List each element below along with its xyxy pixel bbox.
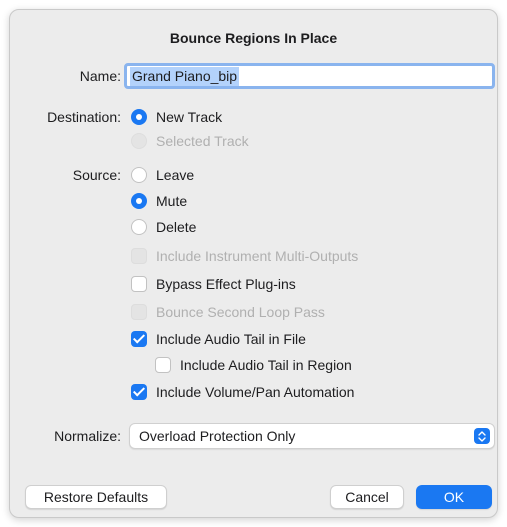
checkbox-label: Include Audio Tail in File	[156, 331, 306, 347]
cancel-button[interactable]: Cancel	[330, 485, 404, 509]
name-label: Name:	[79, 68, 121, 84]
bypass-effect-plugins-checkbox[interactable]: Bypass Effect Plug-ins	[131, 275, 296, 293]
radio-unselected-icon	[131, 219, 147, 235]
ok-button[interactable]: OK	[416, 485, 492, 509]
normalize-select-value: Overload Protection Only	[139, 428, 296, 444]
include-audio-tail-in-region-checkbox[interactable]: Include Audio Tail in Region	[155, 356, 352, 374]
destination-selected-track-radio: Selected Track	[131, 132, 249, 150]
name-input[interactable]: Grand Piano_bip	[124, 63, 495, 89]
radio-selected-icon	[131, 109, 147, 125]
checkbox-label: Bounce Second Loop Pass	[156, 304, 325, 320]
destination-new-track-radio[interactable]: New Track	[131, 108, 222, 126]
radio-label: Delete	[156, 219, 197, 235]
checkmark-icon	[131, 331, 147, 347]
include-instrument-multi-outputs-checkbox: Include Instrument Multi-Outputs	[131, 247, 358, 265]
bounce-dialog: Bounce Regions In Place Name: Grand Pian…	[9, 9, 498, 518]
source-leave-radio[interactable]: Leave	[131, 166, 194, 184]
source-delete-radio[interactable]: Delete	[131, 218, 196, 236]
source-mute-radio[interactable]: Mute	[131, 192, 187, 210]
checkbox-label: Bypass Effect Plug-ins	[156, 276, 296, 292]
radio-label: Mute	[156, 193, 188, 209]
up-down-chevron-icon	[474, 428, 490, 444]
checkbox-unchecked-icon	[131, 276, 147, 292]
checkbox-label: Include Volume/Pan Automation	[156, 384, 355, 400]
checkbox-label: Include Instrument Multi-Outputs	[156, 248, 359, 264]
normalize-label: Normalize:	[54, 428, 121, 444]
bounce-second-loop-pass-checkbox: Bounce Second Loop Pass	[131, 303, 325, 321]
radio-label: Selected Track	[156, 133, 249, 149]
include-volume-pan-automation-checkbox[interactable]: Include Volume/Pan Automation	[131, 383, 354, 401]
radio-label: Leave	[156, 167, 195, 183]
restore-defaults-button[interactable]: Restore Defaults	[25, 485, 167, 509]
checkbox-label: Include Audio Tail in Region	[180, 357, 352, 373]
checkbox-unchecked-icon	[155, 357, 171, 373]
radio-disabled-icon	[131, 133, 147, 149]
dialog-title: Bounce Regions In Place	[169, 30, 338, 46]
radio-label: New Track	[156, 109, 223, 125]
destination-label: Destination:	[47, 109, 121, 125]
radio-selected-icon	[131, 193, 147, 209]
source-label: Source:	[72, 167, 121, 183]
name-input-value: Grand Piano_bip	[130, 66, 240, 86]
checkbox-disabled-icon	[131, 248, 147, 264]
radio-unselected-icon	[131, 167, 147, 183]
normalize-select[interactable]: Overload Protection Only	[129, 423, 495, 449]
include-audio-tail-in-file-checkbox[interactable]: Include Audio Tail in File	[131, 330, 306, 348]
checkmark-icon	[131, 384, 147, 400]
checkbox-disabled-icon	[131, 304, 147, 320]
